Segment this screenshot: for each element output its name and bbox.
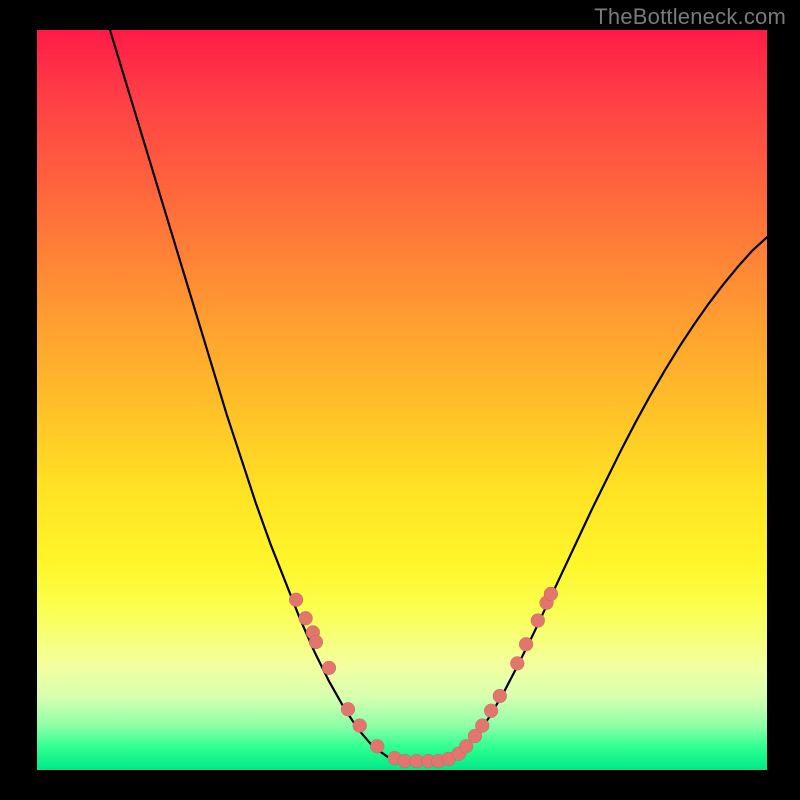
- bottleneck-curve: [37, 30, 767, 770]
- curve-marker: [322, 661, 336, 675]
- curve-path: [110, 30, 767, 761]
- curve-markers: [289, 587, 558, 768]
- curve-marker: [544, 587, 558, 601]
- curve-marker: [341, 702, 355, 716]
- curve-marker: [519, 637, 533, 651]
- curve-marker: [289, 593, 303, 607]
- curve-marker: [493, 689, 507, 703]
- curve-marker: [475, 719, 489, 733]
- curve-marker: [353, 719, 367, 733]
- curve-marker: [510, 656, 524, 670]
- chart-stage: TheBottleneck.com: [0, 0, 800, 800]
- watermark-text: TheBottleneck.com: [594, 4, 786, 30]
- curve-marker: [484, 704, 498, 718]
- curve-marker: [299, 611, 313, 625]
- curve-marker: [531, 614, 545, 628]
- chart-panel: [37, 30, 767, 770]
- curve-marker: [309, 635, 323, 649]
- curve-marker: [370, 739, 384, 753]
